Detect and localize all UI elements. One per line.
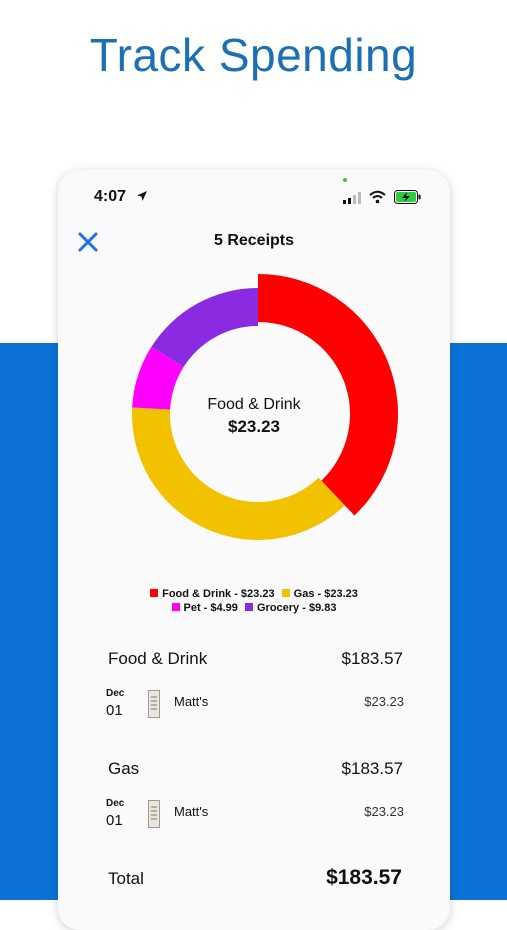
receipt-merchant: Matt's [174,804,209,819]
privacy-indicator-dot [343,178,347,182]
receipt-thumbnail [148,690,160,718]
legend-swatch [244,603,253,611]
receipt-amount: $23.23 [364,694,404,709]
category-name: Food & Drink [108,649,208,668]
wifi-icon [369,190,386,204]
nav-bar: 5 Receipts [58,224,450,264]
receipt-merchant: Matt's [174,694,209,709]
legend-label: Grocery - $9.83 [256,602,337,614]
donut-center-label: Food & Drink [207,396,301,413]
spending-donut-chart [132,274,398,540]
legend-swatch [281,589,290,597]
receipt-day: 01 [106,702,123,719]
donut-slice-food-drink[interactable] [258,274,398,516]
receipt-row[interactable]: Dec 01 Matt's $23.23 [106,798,404,834]
receipt-row[interactable]: Dec 01 Matt's $23.23 [106,688,404,724]
legend-label: Gas - $23.23 [293,588,358,600]
status-time: 4:07 [94,188,127,205]
category-name: Gas [108,759,140,778]
location-arrow-icon [137,191,147,201]
chart-legend-row-2: Pet - $4.99 Grocery - $9.83 [58,602,450,614]
category-total: $183.57 [341,759,403,778]
cellular-signal-icon [343,192,361,204]
total-value: $183.57 [326,866,402,889]
legend-item-grocery: Grocery - $9.83 [244,602,337,614]
status-bar: 4:07 [58,170,450,220]
legend-item-food-drink: Food & Drink - $23.23 [150,588,275,600]
legend-swatch [171,603,180,611]
receipt-month: Dec [106,798,125,809]
legend-label: Food & Drink - $23.23 [162,588,275,600]
total-label: Total [108,869,144,888]
receipt-day: 01 [106,812,123,829]
receipt-amount: $23.23 [364,804,404,819]
battery-charging-icon [394,190,421,204]
legend-swatch [150,589,159,597]
donut-center-value: $23.23 [228,417,280,436]
chart-legend-row-1: Food & Drink - $23.23 Gas - $23.23 [58,588,450,600]
receipt-month: Dec [106,688,125,699]
phone-screen: 4:07 5 Receipts Food & Drink $23.23 Food… [58,170,450,930]
legend-item-gas: Gas - $23.23 [281,588,358,600]
donut-slice-grocery[interactable] [151,288,258,368]
receipt-thumbnail [148,800,160,828]
legend-label: Pet - $4.99 [183,602,238,614]
headline: Track Spending [89,29,418,81]
legend-item-pet: Pet - $4.99 [171,602,238,614]
category-total: $183.57 [341,649,403,668]
page-title: 5 Receipts [213,232,295,249]
